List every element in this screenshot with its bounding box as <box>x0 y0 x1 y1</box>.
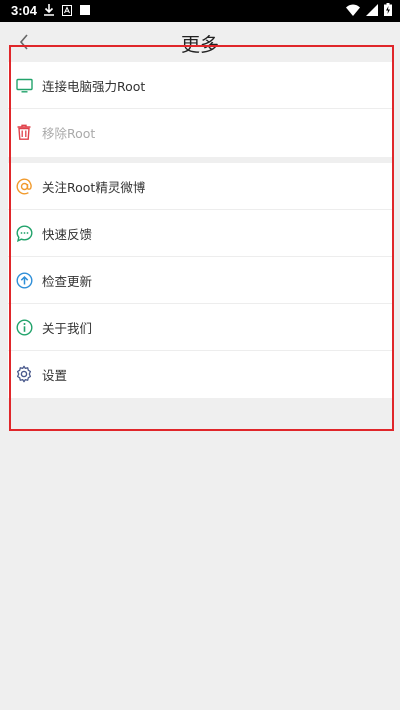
page-title: 更多 <box>180 34 219 56</box>
menu-item-connect-pc-root[interactable]: 连接电脑强力Root <box>8 62 394 109</box>
upload-icon <box>15 271 33 289</box>
menu-item-label: 连接电脑强力Root <box>42 78 146 94</box>
menu-item-check-update[interactable]: 检查更新 <box>8 257 394 304</box>
chat-icon <box>15 224 33 242</box>
download-icon <box>44 4 54 16</box>
menu-item-follow-weibo[interactable]: 关注Root精灵微博 <box>8 163 394 210</box>
monitor-icon <box>15 78 33 92</box>
at-icon <box>15 177 32 195</box>
menu-item-remove-root[interactable]: 移除Root <box>8 109 394 156</box>
app-notification-icon <box>62 4 72 16</box>
menu-item-label: 设置 <box>42 368 68 383</box>
title-bar: 更多 <box>0 22 400 62</box>
menu-item-label: 移除Root <box>42 126 96 141</box>
menu-item-label: 关于我们 <box>42 320 93 336</box>
wifi-icon <box>346 4 360 16</box>
menu-group-root: 连接电脑强力Root 移除Root <box>8 62 394 157</box>
menu-item-label: 快速反馈 <box>42 226 93 242</box>
gear-icon <box>16 365 32 383</box>
status-time: 3:04 <box>11 3 38 18</box>
status-bar: 3:04 <box>0 0 400 22</box>
menu-item-label: 检查更新 <box>42 273 93 289</box>
trash-icon <box>17 124 31 140</box>
menu-item-settings[interactable]: 设置 <box>8 351 394 398</box>
battery-charging-icon <box>384 3 392 16</box>
signal-icon <box>366 3 378 16</box>
info-icon <box>15 318 33 336</box>
menu-group-more: 关注Root精灵微博 快速反馈 检查更新 关于我们 设置 <box>8 163 394 398</box>
menu-item-label: 关注Root精灵微博 <box>42 179 146 195</box>
square-icon <box>80 5 90 15</box>
menu-item-about-us[interactable]: 关于我们 <box>8 304 394 351</box>
menu-item-quick-feedback[interactable]: 快速反馈 <box>8 210 394 257</box>
